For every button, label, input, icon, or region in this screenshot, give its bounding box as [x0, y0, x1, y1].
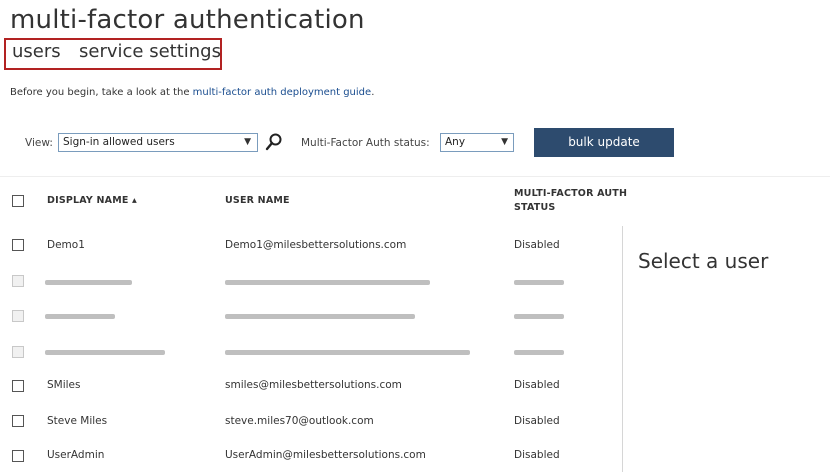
mfa-status-select[interactable]: Any ▼ — [440, 133, 514, 152]
row-checkbox[interactable] — [12, 310, 24, 322]
redacted-status — [514, 350, 564, 355]
details-pane-divider — [622, 226, 623, 472]
redacted-user-name — [225, 280, 430, 285]
search-icon[interactable] — [264, 132, 284, 152]
table-row-display-name[interactable]: UserAdmin — [47, 448, 104, 462]
redacted-status — [514, 314, 564, 319]
table-row-display-name[interactable]: Demo1 — [47, 238, 85, 252]
table-row-status: Disabled — [514, 415, 560, 427]
row-checkbox[interactable] — [12, 275, 24, 287]
table-row-display-name[interactable]: SMiles — [47, 378, 81, 392]
mfa-status-label: Multi-Factor Auth status: — [301, 137, 430, 149]
chevron-down-icon: ▼ — [244, 137, 251, 147]
table-row-status: Disabled — [514, 449, 560, 461]
intro-text: Before you begin, take a look at the mul… — [10, 86, 374, 100]
row-checkbox[interactable] — [12, 415, 24, 427]
view-select[interactable]: Sign-in allowed users ▼ — [58, 133, 258, 152]
table-row-status: Disabled — [514, 239, 560, 251]
table-row-user-name: UserAdmin@milesbettersolutions.com — [225, 449, 426, 461]
chevron-down-icon: ▼ — [501, 137, 508, 147]
table-row-user-name: steve.miles70@outlook.com — [225, 415, 374, 427]
intro-suffix: . — [371, 87, 375, 98]
header-divider — [0, 176, 830, 177]
details-pane-placeholder: Select a user — [638, 249, 769, 273]
mfa-status-select-value: Any — [445, 136, 466, 148]
tab-service-settings[interactable]: service settings — [79, 40, 221, 64]
column-header-display-name[interactable]: DISPLAY NAME ▴ — [47, 194, 137, 208]
row-checkbox[interactable] — [12, 450, 24, 462]
deployment-guide-link[interactable]: multi-factor auth deployment guide — [193, 87, 372, 98]
select-all-checkbox[interactable] — [12, 195, 24, 207]
column-header-mfa-status: MULTI-FACTOR AUTH STATUS — [514, 187, 627, 215]
column-header-mfa-status-line1: MULTI-FACTOR AUTH — [514, 188, 628, 199]
redacted-user-name — [225, 314, 415, 319]
column-header-user-name: USER NAME — [225, 195, 290, 206]
table-row-display-name[interactable]: Steve Miles — [47, 414, 107, 428]
column-header-mfa-status-line2: STATUS — [514, 202, 556, 213]
table-row-status: Disabled — [514, 379, 560, 391]
page-title: multi-factor authentication — [10, 5, 365, 35]
redacted-display-name — [45, 314, 115, 319]
redacted-status — [514, 280, 564, 285]
intro-prefix: Before you begin, take a look at the — [10, 87, 193, 98]
tab-users[interactable]: users — [12, 40, 61, 64]
table-row-user-name: smiles@milesbettersolutions.com — [225, 379, 402, 391]
redacted-display-name — [45, 350, 165, 355]
table-row-user-name: Demo1@milesbettersolutions.com — [225, 239, 407, 251]
redacted-user-name — [225, 350, 470, 355]
row-checkbox[interactable] — [12, 380, 24, 392]
bulk-update-button[interactable]: bulk update — [534, 128, 674, 157]
view-label: View: — [25, 137, 53, 149]
row-checkbox[interactable] — [12, 346, 24, 358]
redacted-display-name — [45, 280, 132, 285]
row-checkbox[interactable] — [12, 239, 24, 251]
view-select-value: Sign-in allowed users — [63, 136, 175, 148]
